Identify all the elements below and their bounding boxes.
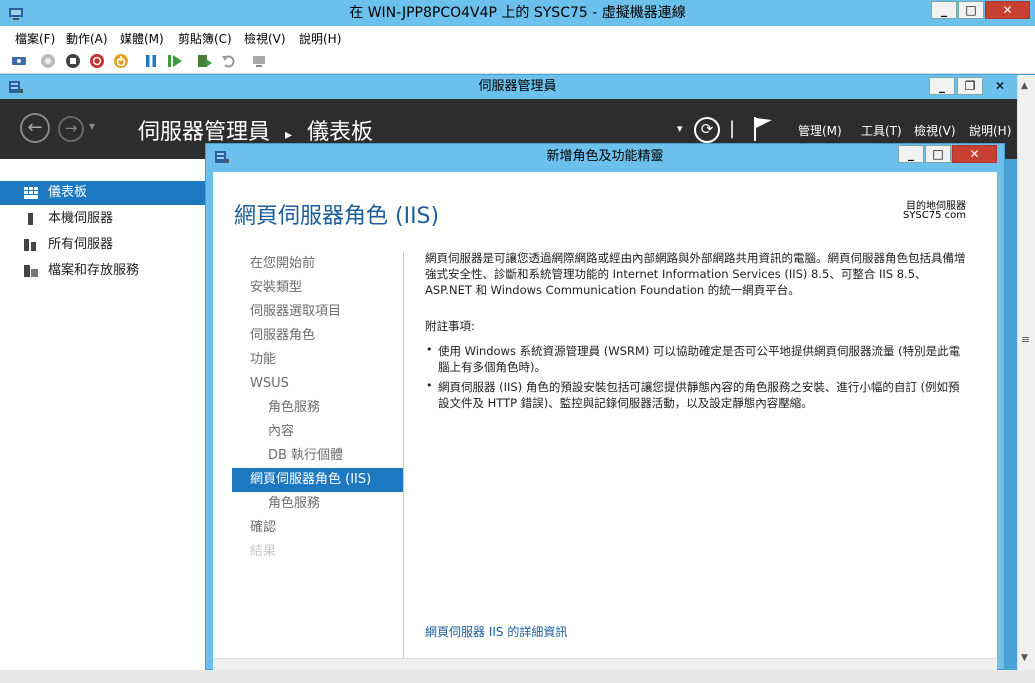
wizard-minimize-button[interactable]: _ (898, 145, 924, 163)
more-info-link[interactable]: 網頁伺服器 IIS 的詳細資訊 (425, 623, 567, 640)
vm-menu-help[interactable]: 說明(H) (299, 30, 341, 47)
wizard-maximize-button[interactable]: □ (925, 145, 951, 163)
vm-menubar: 檔案(F) 動作(A) 媒體(M) 剪貼簿(C) 檢視(V) 說明(H) (0, 26, 1035, 48)
save-state-icon[interactable] (113, 53, 129, 69)
step-server-selection[interactable]: 伺服器選取項目 (232, 300, 403, 324)
sidebar-item-dashboard[interactable]: 儀表板 (0, 181, 205, 205)
sm-menu-view[interactable]: 檢視(V) (914, 122, 956, 139)
all-servers-icon (24, 239, 36, 251)
scroll-down-icon[interactable]: ▼ (1021, 653, 1028, 663)
vm-menu-media[interactable]: 媒體(M) (120, 30, 164, 47)
step-db-instance[interactable]: DB 執行個體 (232, 444, 403, 468)
note-item: 使用 Windows 系統資源管理員 (WSRM) 可以協助確定是否可公平地提供… (438, 344, 961, 374)
checkpoint-icon[interactable] (197, 53, 213, 69)
notifications-flag-icon[interactable] (752, 116, 774, 142)
breadcrumb: 伺服器管理員 ▸ 儀表板 (138, 114, 373, 146)
wizard-footer (213, 658, 997, 670)
server-manager-sidebar: 儀表板 本機伺服器 所有伺服器 檔案和存放服務 (0, 159, 205, 670)
step-confirmation[interactable]: 確認 (232, 516, 403, 540)
horizontal-scrollbar[interactable] (0, 670, 1035, 683)
enhanced-session-icon[interactable] (251, 53, 267, 69)
resume-icon[interactable] (167, 53, 183, 69)
step-wsus-role-services[interactable]: 角色服務 (232, 396, 403, 420)
vm-menu-view[interactable]: 檢視(V) (244, 30, 286, 47)
breadcrumb-root: 伺服器管理員 (138, 120, 271, 145)
sidebar-item-local-server[interactable]: 本機伺服器 (0, 207, 205, 231)
sidebar-item-all-servers[interactable]: 所有伺服器 (0, 233, 205, 257)
header-divider: | (729, 118, 736, 139)
step-installation-type[interactable]: 安裝類型 (232, 276, 403, 300)
step-wsus[interactable]: WSUS (232, 372, 403, 396)
sm-menu-help[interactable]: 說明(H) (969, 122, 1011, 139)
local-server-icon (28, 213, 33, 225)
ctrl-alt-del-icon[interactable] (11, 53, 27, 69)
back-button[interactable]: ← (20, 113, 50, 143)
start-icon[interactable] (40, 53, 56, 69)
step-features[interactable]: 功能 (232, 348, 403, 372)
breadcrumb-separator: ▸ (285, 127, 293, 143)
sm-minimize-button[interactable]: _ (929, 77, 955, 95)
vm-toolbar (0, 48, 1035, 74)
vm-minimize-button[interactable]: _ (931, 1, 957, 19)
sm-menu-manage[interactable]: 管理(M) (798, 122, 842, 139)
bullet-icon: • (426, 379, 433, 392)
shutdown-icon[interactable] (89, 53, 105, 69)
step-wsus-content[interactable]: 內容 (232, 420, 403, 444)
wizard-close-button[interactable]: ✕ (952, 145, 997, 163)
revert-icon[interactable] (221, 53, 237, 69)
wizard-title: 新增角色及功能精靈 (546, 149, 664, 164)
server-manager-title: 伺服器管理員 (478, 79, 557, 94)
vm-close-button[interactable]: ✕ (985, 1, 1030, 19)
sm-maximize-button[interactable]: ❐ (957, 77, 983, 95)
sidebar-item-label: 檔案和存放服務 (48, 263, 140, 278)
wizard-divider (403, 252, 404, 658)
history-dropdown-icon[interactable]: ▾ (89, 119, 95, 133)
vm-menu-file[interactable]: 檔案(F) (15, 30, 55, 47)
sidebar-item-label: 儀表板 (48, 185, 88, 200)
vm-window-title: 在 WIN-JPP8PCO4V4P 上的 SYSC75 - 虛擬機器連線 (349, 5, 686, 21)
sidebar-item-label: 本機伺服器 (48, 211, 114, 226)
step-web-server-role[interactable]: 網頁伺服器角色 (IIS) (232, 468, 403, 492)
step-server-roles[interactable]: 伺服器角色 (232, 324, 403, 348)
vm-menu-action[interactable]: 動作(A) (66, 30, 108, 47)
sm-menu-tools[interactable]: 工具(T) (861, 122, 902, 139)
sm-close-button[interactable]: ✕ (985, 77, 1015, 95)
step-iis-role-services[interactable]: 角色服務 (232, 492, 403, 516)
destination-server-value: SYSC75 com (902, 210, 966, 221)
forward-button[interactable]: → (58, 116, 84, 142)
scroll-up-icon[interactable]: ▲ (1021, 81, 1028, 91)
refresh-icon[interactable]: ⟳ (694, 117, 720, 143)
vertical-scrollbar[interactable]: ▲ ≡ ▼ (1017, 75, 1035, 670)
role-description: 網頁伺服器是可讓您透過網際網路或經由內部網路與外部網路共用資訊的電腦。網頁伺服器… (425, 251, 966, 297)
note-item: 網頁伺服器 (IIS) 角色的預設安裝包括可讓您提供靜態內容的角色服務之安裝、進… (438, 380, 960, 410)
bullet-icon: • (426, 343, 433, 356)
scroll-thumb[interactable]: ≡ (1021, 333, 1030, 346)
breadcrumb-current: 儀表板 (307, 120, 374, 145)
step-before-you-begin[interactable]: 在您開始前 (232, 252, 403, 276)
sidebar-item-file-storage[interactable]: 檔案和存放服務 (0, 259, 205, 283)
notes-title: 附註事項: (425, 319, 475, 333)
dashboard-icon (24, 187, 38, 199)
step-results: 結果 (250, 544, 277, 559)
refresh-dropdown-icon[interactable]: ▾ (677, 122, 683, 135)
vm-maximize-button[interactable]: □ (958, 1, 984, 19)
file-storage-icon (24, 265, 38, 277)
pause-icon[interactable] (143, 53, 159, 69)
vm-menu-clipboard[interactable]: 剪貼簿(C) (178, 30, 232, 47)
sidebar-item-label: 所有伺服器 (48, 237, 114, 252)
turn-off-icon[interactable] (65, 53, 81, 69)
wizard-page-title: 網頁伺服器角色 (IIS) (234, 204, 440, 229)
